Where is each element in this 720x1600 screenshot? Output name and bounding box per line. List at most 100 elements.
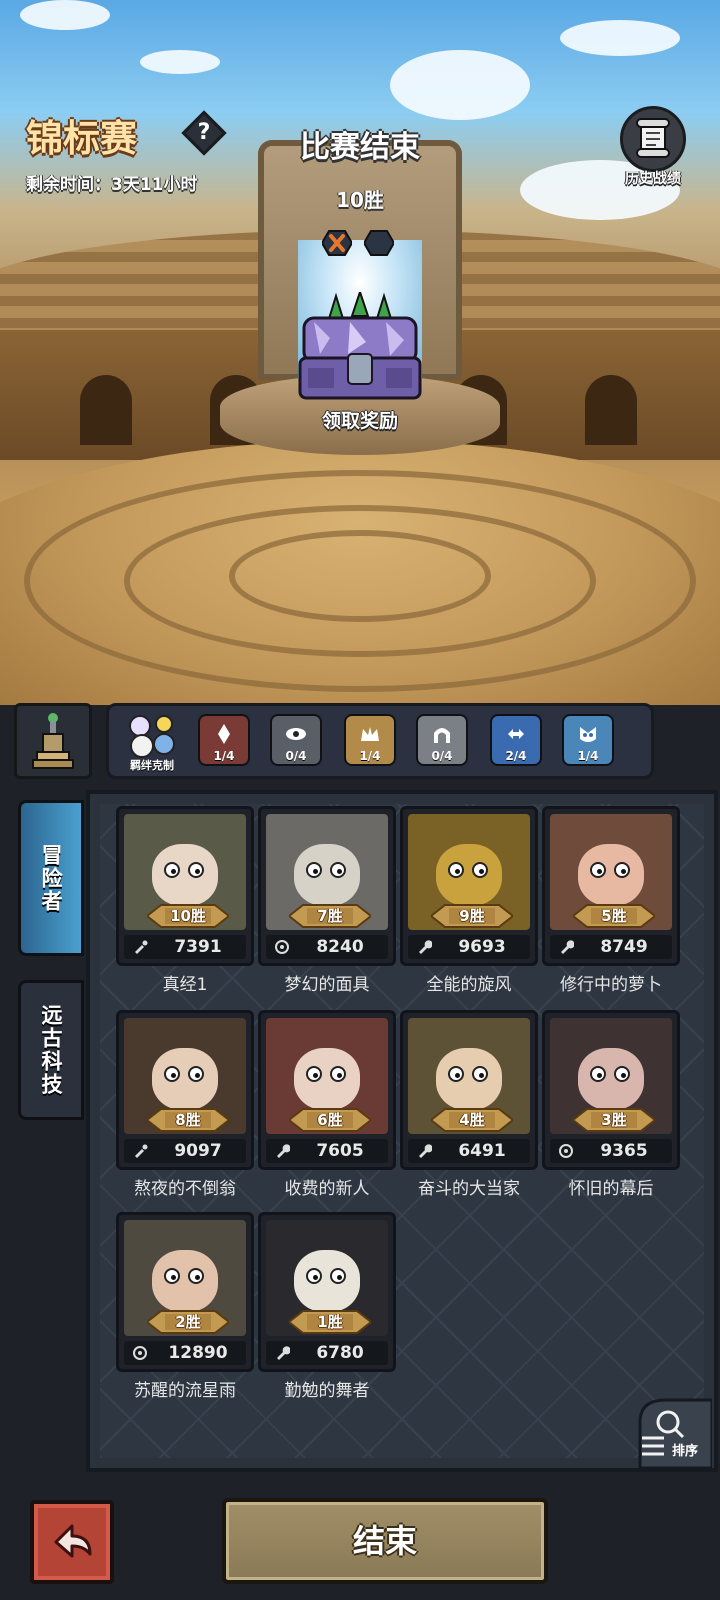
scroll-icon: [636, 118, 670, 158]
win-badge: 6胜: [289, 1105, 371, 1135]
hero-card[interactable]: 2胜 12890 苏醒的流星雨: [116, 1212, 254, 1408]
power-row: 12890: [124, 1341, 246, 1365]
tower-button[interactable]: [14, 703, 92, 779]
cloud: [390, 50, 530, 120]
target-icon: [559, 1144, 573, 1158]
power-value: 7391: [174, 937, 222, 957]
hero-name: 梦幻的面具: [284, 975, 370, 995]
hero-card[interactable]: 7胜 8240 梦幻的面具: [258, 806, 396, 1002]
hero-name: 收费的新人: [284, 1179, 370, 1199]
hero-card[interactable]: 5胜 8749 修行中的萝卜: [542, 806, 680, 1002]
hero-name: 怀旧的幕后: [568, 1179, 654, 1199]
eye-icon: [286, 728, 306, 740]
hero-card[interactable]: 1胜 6780 勤勉的舞者: [258, 1212, 396, 1408]
power-row: 9097: [124, 1139, 246, 1163]
brush-icon: [135, 1144, 148, 1158]
tab-adventurers[interactable]: 冒险者: [18, 800, 84, 956]
bond-slot[interactable]: 1/4: [562, 714, 614, 766]
end-button[interactable]: 结束: [222, 1498, 548, 1584]
hero-eye: [330, 1066, 346, 1082]
hero-eye: [448, 862, 464, 878]
hero-face: [436, 1048, 502, 1110]
hero-face: [152, 844, 218, 906]
sort-button[interactable]: [620, 1392, 712, 1468]
back-arrow-icon: [54, 1524, 92, 1558]
brush-icon: [135, 940, 148, 954]
power-value: 8749: [600, 937, 648, 957]
hero-card-frame: 1胜 6780: [258, 1212, 396, 1372]
win-badge: 5胜: [573, 901, 655, 931]
hero-card[interactable]: 4胜 6491 奋斗的大当家: [400, 1010, 538, 1206]
target-icon: [133, 1346, 147, 1360]
power-value: 6780: [316, 1343, 364, 1363]
hero-eye: [188, 862, 204, 878]
bond-slot[interactable]: 1/4: [198, 714, 250, 766]
hero-face: [436, 844, 502, 906]
hero-eye: [306, 1066, 322, 1082]
tab-ancient-tech[interactable]: 远古科技: [18, 980, 84, 1120]
hero-eye: [472, 862, 488, 878]
hero-card-frame: 2胜 12890: [116, 1212, 254, 1372]
win-badge-text: 1胜: [317, 1313, 343, 1331]
hero-name: 修行中的萝卜: [560, 975, 662, 995]
game-screen: 锦标赛 ? 剩余时间：3天11小时 比赛结束 10胜 领取奖励 历史战绩 羁绊克…: [0, 0, 720, 1600]
hero-name: 全能的旋风: [426, 975, 512, 995]
bond-slot[interactable]: 2/4: [490, 714, 542, 766]
power-value: 7605: [316, 1141, 364, 1161]
wrench-icon: [419, 940, 432, 954]
hero-card-frame: 5胜 8749: [542, 806, 680, 966]
hero-face: [152, 1250, 218, 1312]
hero-face: [294, 1048, 360, 1110]
power-value: 6491: [458, 1141, 506, 1161]
hero-name: 苏醒的流星雨: [134, 1381, 236, 1401]
hero-face: [152, 1048, 218, 1110]
win-badge: 9胜: [431, 901, 513, 931]
bond-slot[interactable]: 0/4: [416, 714, 468, 766]
wrench-icon: [277, 1346, 290, 1360]
bond-slot[interactable]: 0/4: [270, 714, 322, 766]
win-badge-text: 10胜: [170, 907, 206, 925]
back-button[interactable]: [30, 1500, 114, 1584]
win-count: 10胜: [336, 188, 384, 212]
bond-slot[interactable]: 1/4: [344, 714, 396, 766]
hero-card[interactable]: 6胜 7605 收费的新人: [258, 1010, 396, 1206]
hero-name: 勤勉的舞者: [284, 1381, 370, 1401]
history-label: 历史战绩: [625, 171, 681, 187]
win-badge: 10胜: [147, 901, 229, 931]
cloud: [140, 50, 220, 74]
loss-marker-icon: [322, 230, 352, 256]
bond-count: 1/4: [577, 749, 599, 763]
cloud: [20, 0, 110, 30]
hero-face: [294, 844, 360, 906]
empty-slot-icon: [364, 230, 394, 256]
bond-count: 0/4: [431, 749, 453, 763]
bond-counter-label: 羁绊克制: [130, 759, 174, 772]
hero-card-frame: 3胜 9365: [542, 1010, 680, 1170]
power-row: 6491: [408, 1139, 530, 1163]
hero-eye: [448, 1066, 464, 1082]
hero-card[interactable]: 3胜 9365 怀旧的幕后: [542, 1010, 680, 1206]
win-badge-text: 5胜: [601, 907, 627, 925]
hero-eye: [590, 862, 606, 878]
swap-arrows-icon: [508, 729, 524, 739]
bond-count: 2/4: [505, 749, 527, 763]
tab-adventurers-label: 冒险者: [39, 843, 63, 913]
hero-card-frame: 8胜 9097: [116, 1010, 254, 1170]
hero-name: 熬夜的不倒翁: [134, 1179, 236, 1199]
tab-ancient-tech-label: 远古科技: [39, 1004, 63, 1096]
win-badge: 4胜: [431, 1105, 513, 1135]
hero-card[interactable]: 8胜 9097 熬夜的不倒翁: [116, 1010, 254, 1206]
bond-count: 1/4: [213, 749, 235, 763]
hero-eye: [306, 1268, 322, 1284]
history-button[interactable]: [620, 106, 686, 172]
tower-icon: [32, 713, 74, 769]
reward-chest-icon[interactable]: [290, 292, 430, 410]
cloud: [560, 20, 680, 56]
power-row: 9693: [408, 935, 530, 959]
power-value: 8240: [316, 937, 364, 957]
win-badge: 1胜: [289, 1307, 371, 1337]
win-badge-text: 2胜: [175, 1313, 201, 1331]
hero-card[interactable]: 9胜 9693 全能的旋风: [400, 806, 538, 1002]
hero-card[interactable]: 10胜 7391 真经1: [116, 806, 254, 1002]
hero-card-frame: 9胜 9693: [400, 806, 538, 966]
